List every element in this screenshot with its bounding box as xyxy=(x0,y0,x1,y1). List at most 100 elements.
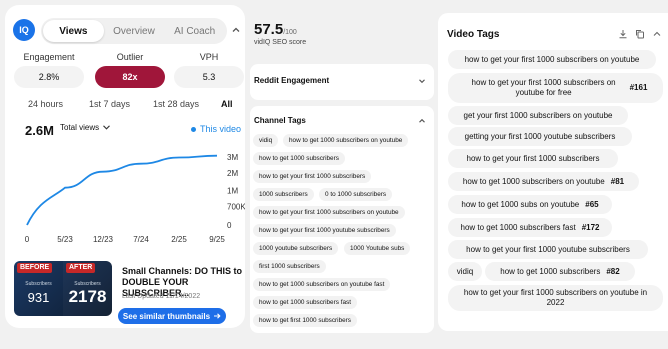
video-tag-text: how to get your first 1000 subscribers xyxy=(466,153,600,163)
after-count: 2178 xyxy=(68,287,107,306)
vph-label: VPH xyxy=(199,52,219,62)
reddit-engagement-title: Reddit Engagement xyxy=(254,76,330,85)
channel-tag[interactable]: how to get 1000 subscribers on youtube f… xyxy=(253,278,391,291)
outlier-label: Outlier xyxy=(116,52,144,62)
video-tag-rank: #172 xyxy=(581,222,600,232)
channel-tag[interactable]: first 1000 subscribers xyxy=(253,260,326,273)
vidiq-logo: IQ xyxy=(13,19,35,41)
channel-tags-title: Channel Tags xyxy=(254,116,306,125)
video-tag-text: how to get your first 1000 subscribers o… xyxy=(463,288,648,307)
video-tag-text: how to get 1000 subscribers xyxy=(500,266,601,276)
channel-tags-section: Channel Tags vidiq how to get 1000 subsc… xyxy=(250,106,434,333)
y-tick-label: 700K xyxy=(227,202,245,211)
legend-label: This video xyxy=(200,124,242,134)
range-all[interactable]: All xyxy=(221,99,233,109)
channel-tag[interactable]: 1000 youtube subscribers xyxy=(253,242,339,255)
x-tick-label: 12/23 xyxy=(93,235,114,244)
video-tag[interactable]: vidiq xyxy=(448,262,482,281)
channel-tag[interactable]: how to get 1000 subscribers on youtube xyxy=(283,134,409,147)
video-tag-text: get your first 1000 subscribers on youtu… xyxy=(463,110,613,120)
video-tag[interactable]: how to get your first 1000 subscribers o… xyxy=(448,73,663,103)
video-tag-text: getting your first 1000 youtube subscrib… xyxy=(464,131,616,141)
video-tag[interactable]: getting your first 1000 youtube subscrib… xyxy=(448,127,632,146)
download-icon[interactable] xyxy=(618,29,628,39)
arrow-right-icon xyxy=(214,313,221,319)
video-tag-rank: #81 xyxy=(610,176,625,186)
video-tag-text: how to get your first 1000 subscribers o… xyxy=(471,78,616,97)
range-24-hours[interactable]: 24 hours xyxy=(28,99,63,109)
last-updated: Last Updated 11/14/2022 xyxy=(122,293,201,300)
channel-tag[interactable]: how to get your first 1000 subscribers o… xyxy=(253,206,405,219)
y-tick-label: 3M xyxy=(227,153,238,162)
thumbnail-before-half: BEFORE Subscribers 931 xyxy=(14,261,63,316)
metric-select[interactable]: Total views xyxy=(60,123,111,132)
range-first-28-days[interactable]: 1st 28 days xyxy=(153,99,199,109)
y-tick-label: 2M xyxy=(227,169,238,178)
view-tabs: Views Overview AI Coach xyxy=(41,18,227,44)
x-tick-label: 0 xyxy=(25,235,30,244)
y-tick-label: 1M xyxy=(227,186,238,195)
video-tag-text: how to get 1000 subscribers fast xyxy=(460,222,576,232)
video-tag[interactable]: how to get 1000 subscribers #82 xyxy=(485,262,635,281)
video-tag-text: how to get your first 1000 subscribers o… xyxy=(464,54,640,64)
copy-icon[interactable] xyxy=(635,29,645,39)
video-tag-text: vidiq xyxy=(456,266,474,276)
seo-score: 57.5/100 xyxy=(254,21,297,38)
video-tag[interactable]: how to get your first 1000 youtube subsc… xyxy=(448,240,648,259)
channel-tag[interactable]: 0 to 1000 subscribers xyxy=(319,188,393,201)
tab-ai-coach[interactable]: AI Coach xyxy=(164,20,225,42)
tab-views[interactable]: Views xyxy=(43,20,104,42)
chart-legend: This video xyxy=(191,124,241,134)
legend-dot xyxy=(191,126,196,132)
video-thumbnail[interactable]: BEFORE Subscribers 931 AFTER Subscribers… xyxy=(14,261,112,316)
outlier-value: 82x xyxy=(95,66,165,88)
video-tag-text: how to get 1000 subs on youtube xyxy=(461,199,580,209)
video-tag[interactable]: how to get 1000 subscribers fast #172 xyxy=(448,218,612,237)
x-tick-label: 7/24 xyxy=(133,235,149,244)
chevron-up-icon[interactable] xyxy=(231,25,241,35)
channel-tag[interactable]: how to get first 1000 subscribers xyxy=(253,314,357,327)
see-similar-thumbnails-button[interactable]: See similar thumbnails xyxy=(118,308,226,324)
channel-tag[interactable]: how to get your first 1000 subscribers xyxy=(253,170,372,183)
range-first-7-days[interactable]: 1st 7 days xyxy=(89,99,130,109)
engagement-label: Engagement xyxy=(23,52,75,62)
before-subscribers-label: Subscribers xyxy=(25,281,52,287)
similar-button-label: See similar thumbnails xyxy=(122,311,211,321)
after-tag: AFTER xyxy=(66,263,96,273)
seo-score-label: vidIQ SEO score xyxy=(254,39,307,46)
channel-tag[interactable]: 1000 Youtube subs xyxy=(344,242,411,255)
chevron-up-icon[interactable] xyxy=(652,29,662,39)
seo-score-suffix: /100 xyxy=(283,29,297,36)
video-tag[interactable]: how to get your first 1000 subscribers o… xyxy=(448,285,663,311)
channel-tag[interactable]: how to get your first 1000 youtube subsc… xyxy=(253,224,396,237)
video-tags-title: Video Tags xyxy=(447,29,500,40)
video-tag[interactable]: how to get 1000 subs on youtube #65 xyxy=(448,195,612,214)
views-line-chart: 0 5/23 12/23 7/24 2/25 9/25 3M 2M 1M 700K 0 xyxy=(25,153,245,244)
metric-select-label: Total views xyxy=(60,123,100,132)
video-tag-rank: #82 xyxy=(606,266,620,276)
video-tag-rank: #65 xyxy=(585,199,599,209)
channel-tag[interactable]: vidiq xyxy=(253,134,279,147)
channel-tag[interactable]: 1000 subscribers xyxy=(253,188,314,201)
x-tick-label: 9/25 xyxy=(209,235,225,244)
series-line xyxy=(26,154,218,226)
before-count: 931 xyxy=(27,290,50,305)
x-tick-label: 2/25 xyxy=(171,235,187,244)
video-tag[interactable]: how to get your first 1000 subscribers o… xyxy=(448,50,656,69)
video-tag[interactable]: get your first 1000 subscribers on youtu… xyxy=(448,106,628,125)
chevron-down-icon xyxy=(103,125,111,130)
chevron-up-icon[interactable] xyxy=(418,117,426,125)
video-tag[interactable]: how to get your first 1000 subscribers xyxy=(448,149,618,168)
reddit-engagement-section[interactable]: Reddit Engagement xyxy=(250,64,434,100)
seo-score-value: 57.5 xyxy=(254,21,284,38)
tab-overview[interactable]: Overview xyxy=(104,20,165,42)
channel-tag[interactable]: how to get 1000 subscribers xyxy=(253,152,345,165)
chevron-down-icon[interactable] xyxy=(418,77,426,85)
x-tick-label: 5/23 xyxy=(57,235,73,244)
channel-tag[interactable]: how to get 1000 subscribers fast xyxy=(253,296,358,309)
video-tags-panel: Video Tags how to get your first 1000 su… xyxy=(438,13,668,331)
video-tag-rank: #161 xyxy=(629,83,648,92)
video-tag-text: how to get your first 1000 youtube subsc… xyxy=(466,244,630,254)
y-tick-label: 0 xyxy=(227,221,232,230)
video-tag[interactable]: how to get 1000 subscribers on youtube #… xyxy=(448,172,639,191)
